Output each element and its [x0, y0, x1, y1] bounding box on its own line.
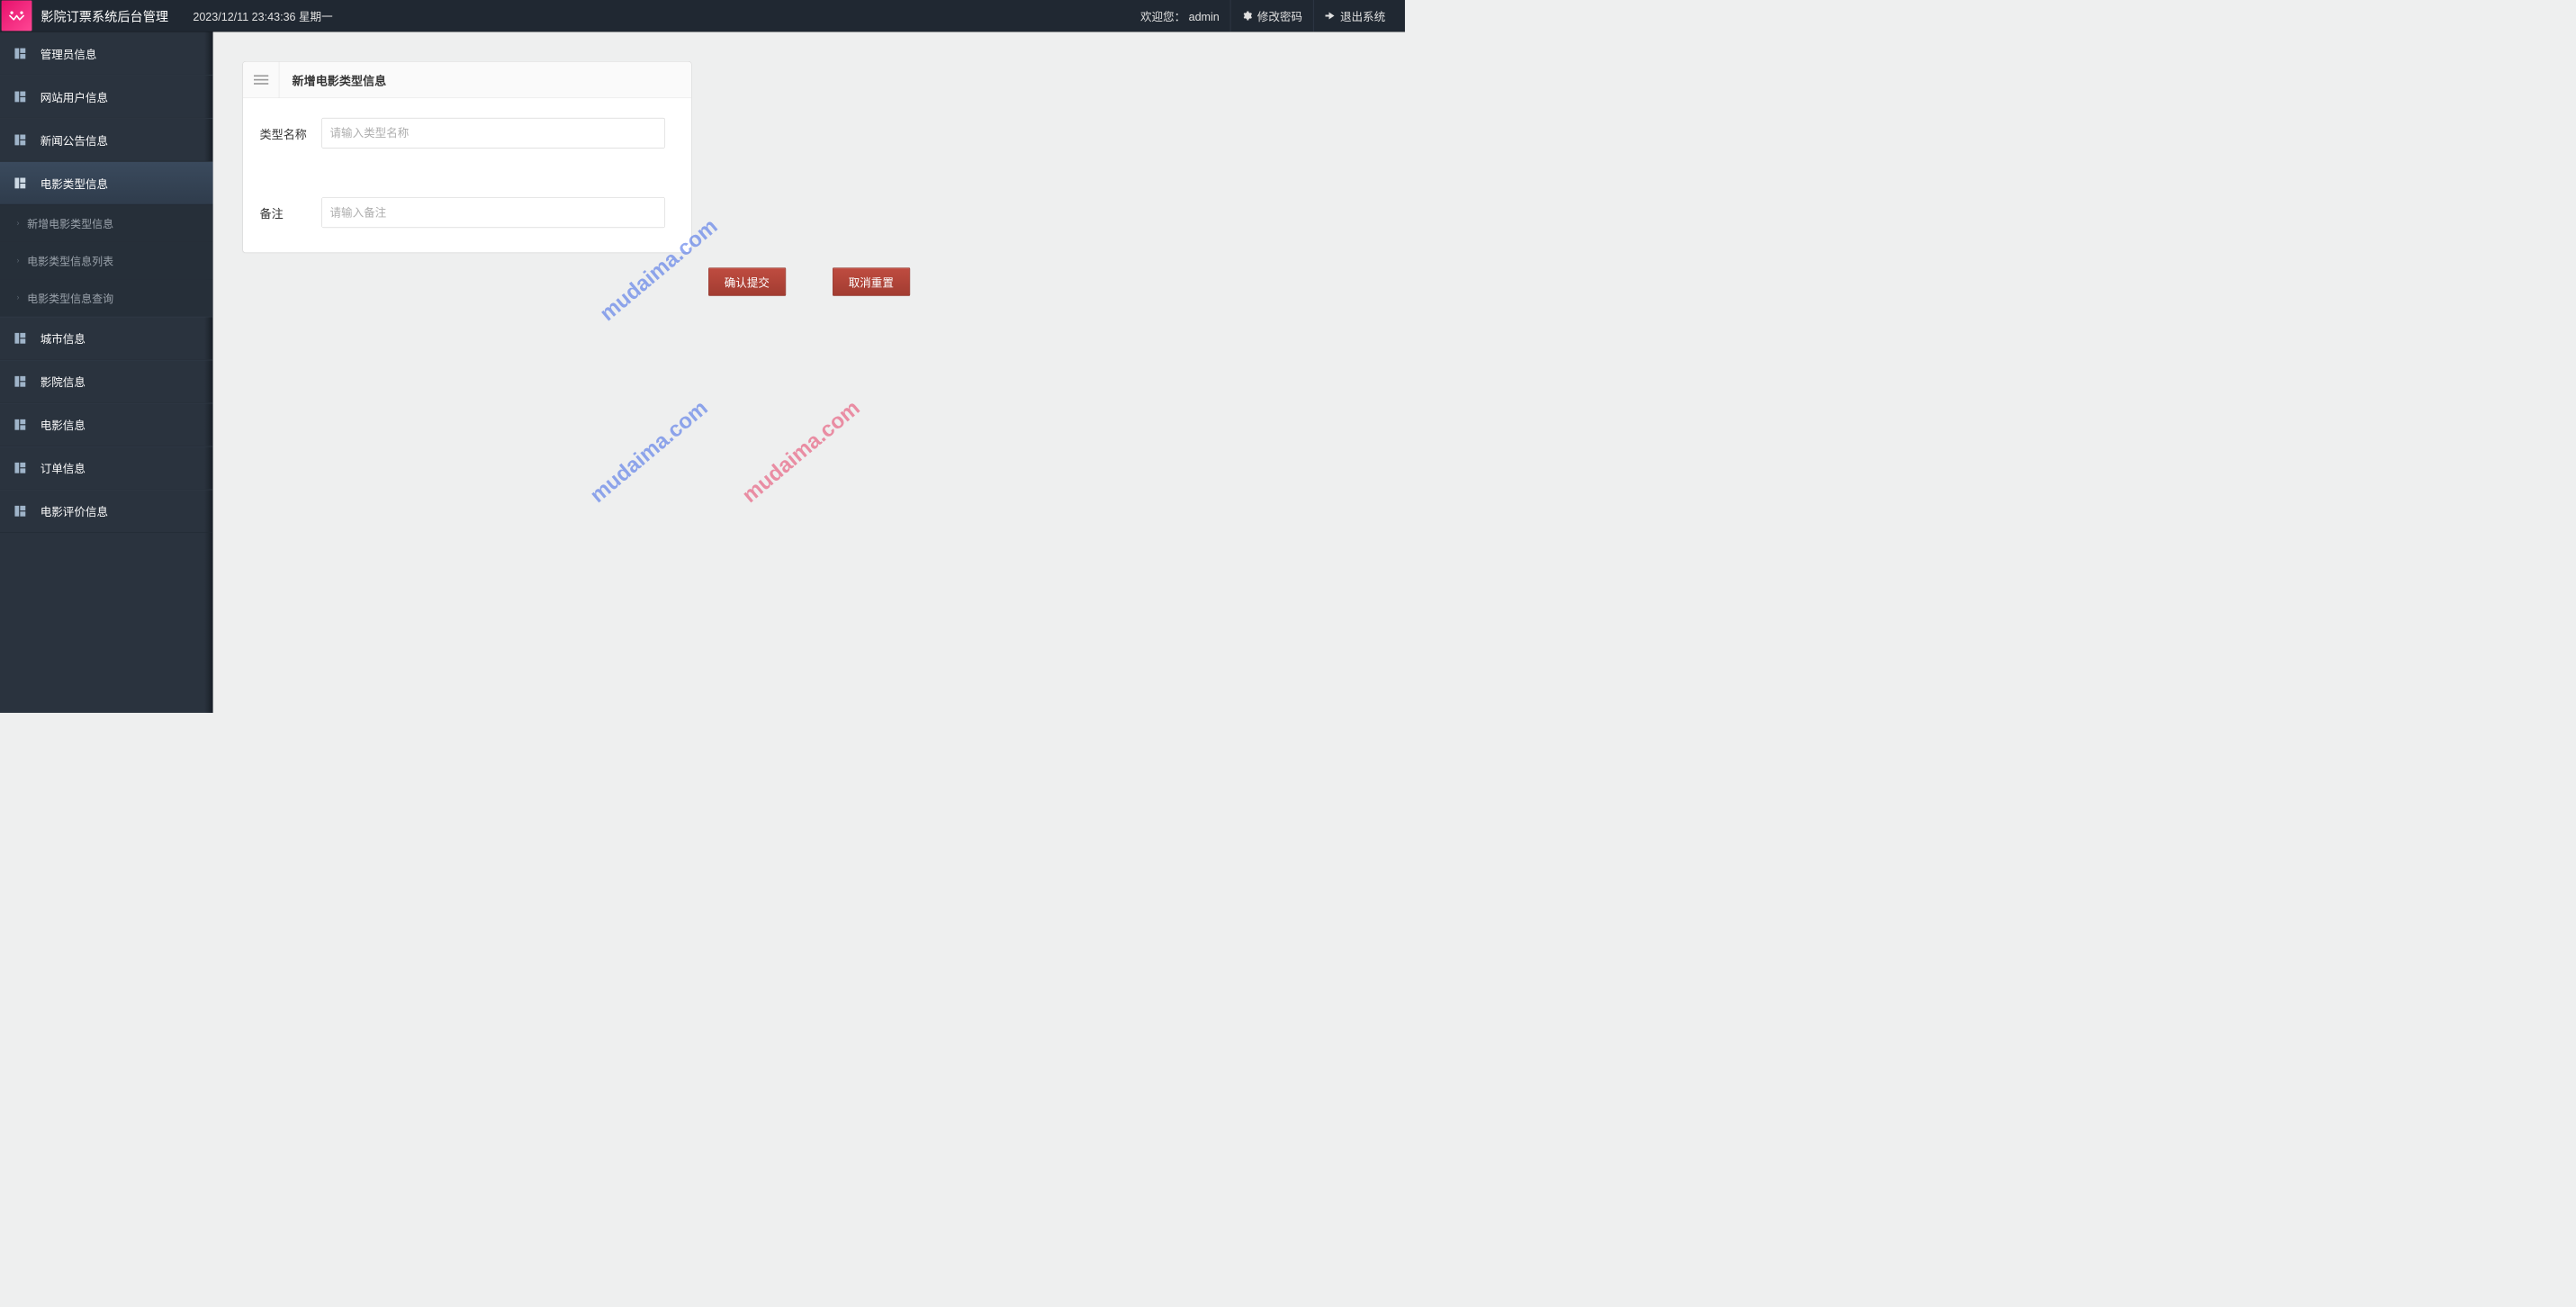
- grid-icon: [14, 176, 26, 189]
- sidebar-item-movie[interactable]: 电影信息: [0, 403, 213, 446]
- sidebar-item-label: 电影信息: [41, 416, 86, 433]
- grid-icon: [14, 133, 26, 146]
- panel-header: 新增电影类型信息: [243, 62, 691, 98]
- watermark: mudaima.com: [585, 395, 712, 508]
- sidebar-item-label: 电影评价信息: [41, 502, 108, 519]
- sidebar-item-label: 订单信息: [41, 459, 86, 476]
- chevron-right-icon: ›: [17, 219, 20, 228]
- app-title: 影院订票系统后台管理: [41, 6, 168, 24]
- sidebar-item-label: 影院信息: [41, 374, 86, 391]
- logout-button[interactable]: 退出系统: [1313, 0, 1404, 32]
- sidebar-sub-type-list[interactable]: › 电影类型信息列表: [0, 242, 213, 279]
- grid-icon: [14, 47, 26, 59]
- sidebar-item-label: 电影类型信息: [41, 175, 108, 192]
- panel-title: 新增电影类型信息: [293, 71, 387, 88]
- remark-label: 备注: [257, 204, 321, 221]
- grid-icon: [14, 505, 26, 518]
- gear-icon: [1241, 10, 1252, 21]
- remark-input[interactable]: [321, 197, 665, 228]
- button-row: 确认提交 取消重置: [242, 267, 1375, 296]
- grid-icon: [14, 419, 26, 431]
- watermark: mudaima.com: [737, 395, 864, 508]
- sidebar-item-label: 管理员信息: [41, 45, 97, 62]
- chevron-right-icon: ›: [17, 257, 20, 266]
- sidebar-sub-add-type[interactable]: › 新增电影类型信息: [0, 204, 213, 241]
- sidebar-item-admin[interactable]: 管理员信息: [0, 32, 213, 75]
- menu-icon[interactable]: [243, 62, 279, 98]
- sidebar-item-order[interactable]: 订单信息: [0, 446, 213, 490]
- sidebar-item-label: 新闻公告信息: [41, 131, 108, 149]
- grid-icon: [14, 462, 26, 474]
- sidebar-item-cinema[interactable]: 影院信息: [0, 360, 213, 403]
- form-row-remark: 备注: [257, 197, 676, 228]
- logout-label: 退出系统: [1340, 7, 1385, 24]
- grid-icon: [14, 90, 26, 103]
- sidebar: 管理员信息 网站用户信息 新闻公告信息 电影类型信息 › 新增电影类型信息 › …: [0, 32, 213, 712]
- type-name-label: 类型名称: [257, 124, 321, 141]
- app-logo-icon: [2, 1, 32, 32]
- sidebar-item-label: 城市信息: [41, 330, 86, 347]
- header-bar: 影院订票系统后台管理 2023/12/11 23:43:36 星期一 欢迎您： …: [0, 0, 1405, 32]
- sidebar-sub-label: 电影类型信息查询: [27, 290, 113, 305]
- reset-button[interactable]: 取消重置: [833, 267, 910, 296]
- sidebar-item-city[interactable]: 城市信息: [0, 317, 213, 360]
- submit-button[interactable]: 确认提交: [708, 267, 786, 296]
- sidebar-item-news[interactable]: 新闻公告信息: [0, 118, 213, 161]
- logout-icon: [1324, 10, 1335, 21]
- sidebar-item-movie-type[interactable]: 电影类型信息: [0, 161, 213, 204]
- form-row-name: 类型名称: [257, 118, 676, 149]
- sidebar-sub-type-query[interactable]: › 电影类型信息查询: [0, 279, 213, 316]
- sidebar-item-users[interactable]: 网站用户信息: [0, 75, 213, 118]
- sidebar-sub-label: 电影类型信息列表: [27, 253, 113, 268]
- form-panel: 新增电影类型信息 类型名称 备注: [242, 61, 691, 253]
- header-timestamp: 2023/12/11 23:43:36 星期一: [193, 7, 332, 24]
- sidebar-item-review[interactable]: 电影评价信息: [0, 490, 213, 533]
- grid-icon: [14, 332, 26, 345]
- type-name-input[interactable]: [321, 118, 665, 149]
- change-password-button[interactable]: 修改密码: [1230, 0, 1313, 32]
- main-content: 新增电影类型信息 类型名称 备注 确认提交 取消重置 mudaima.com m…: [213, 32, 1405, 712]
- chevron-right-icon: ›: [17, 293, 20, 302]
- grid-icon: [14, 375, 26, 388]
- sidebar-sub-label: 新增电影类型信息: [27, 215, 113, 230]
- change-password-label: 修改密码: [1257, 7, 1302, 24]
- sidebar-item-label: 网站用户信息: [41, 88, 108, 105]
- welcome-text: 欢迎您： admin: [1130, 0, 1230, 32]
